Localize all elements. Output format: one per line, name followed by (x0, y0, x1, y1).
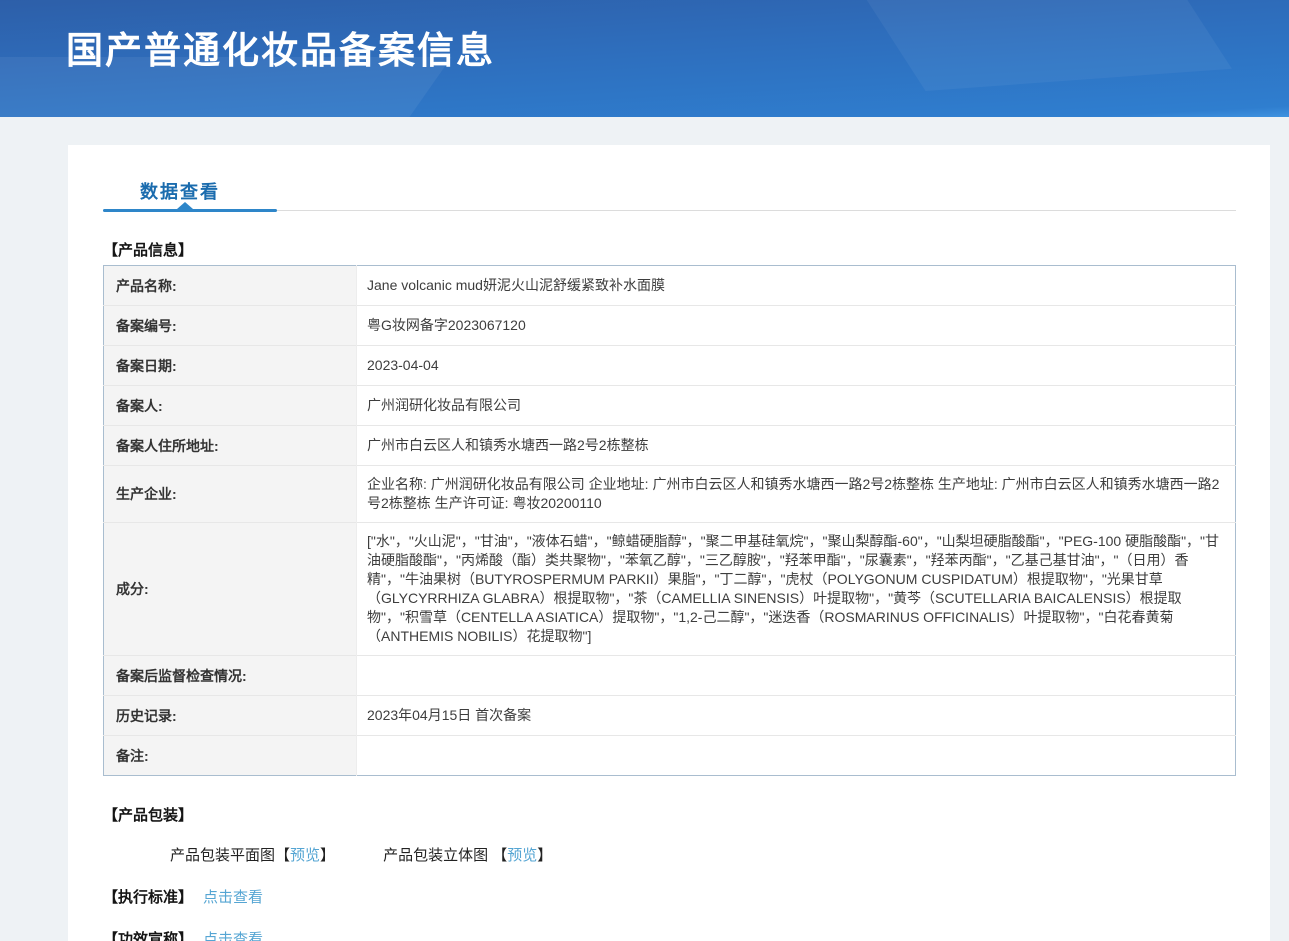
product-name-row: 产品名称: Jane volcanic mud妍泥火山泥舒缓紧致补水面膜 (104, 266, 1236, 306)
filer-row: 备案人: 广州润研化妆品有限公司 (104, 386, 1236, 426)
page-header-banner: 国产普通化妆品备案信息 (0, 0, 1289, 117)
bracket-open: 【 (492, 847, 507, 864)
field-label: 备案日期: (104, 346, 357, 386)
efficacy-claim-line: 【功效宣称】点击查看 (103, 928, 1236, 941)
tab-active-underline (103, 209, 277, 212)
field-label: 历史记录: (104, 696, 357, 736)
product-info-table: 产品名称: Jane volcanic mud妍泥火山泥舒缓紧致补水面膜 备案编… (103, 265, 1236, 776)
field-value: 企业名称: 广州润研化妆品有限公司 企业地址: 广州市白云区人和镇秀水塘西一路2… (357, 466, 1236, 523)
field-label: 备案编号: (104, 306, 357, 346)
section-heading-execution-standard: 【执行标准】 (103, 889, 193, 906)
bracket-open: 【 (275, 847, 290, 864)
filing-date-row: 备案日期: 2023-04-04 (104, 346, 1236, 386)
field-value: 2023年04月15日 首次备案 (357, 696, 1236, 736)
filer-address-row: 备案人住所地址: 广州市白云区人和镇秀水塘西一路2号2栋整栋 (104, 426, 1236, 466)
field-value: 广州市白云区人和镇秀水塘西一路2号2栋整栋 (357, 426, 1236, 466)
packaging-links-line: 产品包装平面图【预览】产品包装立体图 【预览】 (170, 844, 1236, 865)
manufacturer-row: 生产企业: 企业名称: 广州润研化妆品有限公司 企业地址: 广州市白云区人和镇秀… (104, 466, 1236, 523)
field-label: 成分: (104, 523, 357, 656)
bracket-close: 】 (537, 847, 552, 864)
field-value (357, 736, 1236, 776)
field-value: 粤G妆网备字2023067120 (357, 306, 1236, 346)
history-record-row: 历史记录: 2023年04月15日 首次备案 (104, 696, 1236, 736)
packaging-stereo-preview-link[interactable]: 预览 (507, 847, 537, 864)
field-value: Jane volcanic mud妍泥火山泥舒缓紧致补水面膜 (357, 266, 1236, 306)
field-label: 产品名称: (104, 266, 357, 306)
execution-standard-view-link[interactable]: 点击查看 (203, 889, 263, 906)
field-value: ["水"，"火山泥"，"甘油"，"液体石蜡"，"鲸蜡硬脂醇"，"聚二甲基硅氧烷"… (357, 523, 1236, 656)
remarks-row: 备注: (104, 736, 1236, 776)
packaging-flat-preview-link[interactable]: 预览 (290, 847, 320, 864)
bracket-close: 】 (320, 847, 335, 864)
execution-standard-line: 【执行标准】点击查看 (103, 886, 1236, 907)
packaging-stereo-label: 产品包装立体图 (383, 847, 488, 864)
field-value: 2023-04-04 (357, 346, 1236, 386)
field-label: 备案后监督检查情况: (104, 656, 357, 696)
field-label: 生产企业: (104, 466, 357, 523)
field-label: 备案人: (104, 386, 357, 426)
packaging-flat-label: 产品包装平面图 (170, 847, 275, 864)
page-title: 国产普通化妆品备案信息 (66, 20, 495, 74)
field-label: 备注: (104, 736, 357, 776)
content-card: 数据查看 【产品信息】 产品名称: Jane volcanic mud妍泥火山泥… (68, 145, 1270, 941)
filing-number-row: 备案编号: 粤G妆网备字2023067120 (104, 306, 1236, 346)
field-value: 广州润研化妆品有限公司 (357, 386, 1236, 426)
section-heading-packaging: 【产品包装】 (103, 804, 1236, 825)
field-label: 备案人住所地址: (104, 426, 357, 466)
banner-decoration (848, 0, 1232, 91)
tab-bar: 数据查看 (103, 178, 1236, 211)
section-heading-efficacy-claim: 【功效宣称】 (103, 931, 193, 941)
ingredients-row: 成分: ["水"，"火山泥"，"甘油"，"液体石蜡"，"鲸蜡硬脂醇"，"聚二甲基… (104, 523, 1236, 656)
tab-active-caret-icon (177, 202, 193, 209)
tab-data-view[interactable]: 数据查看 (140, 178, 220, 204)
section-heading-product-info: 【产品信息】 (103, 239, 1236, 260)
field-value (357, 656, 1236, 696)
post-filing-supervision-row: 备案后监督检查情况: (104, 656, 1236, 696)
efficacy-claim-view-link[interactable]: 点击查看 (203, 931, 263, 941)
